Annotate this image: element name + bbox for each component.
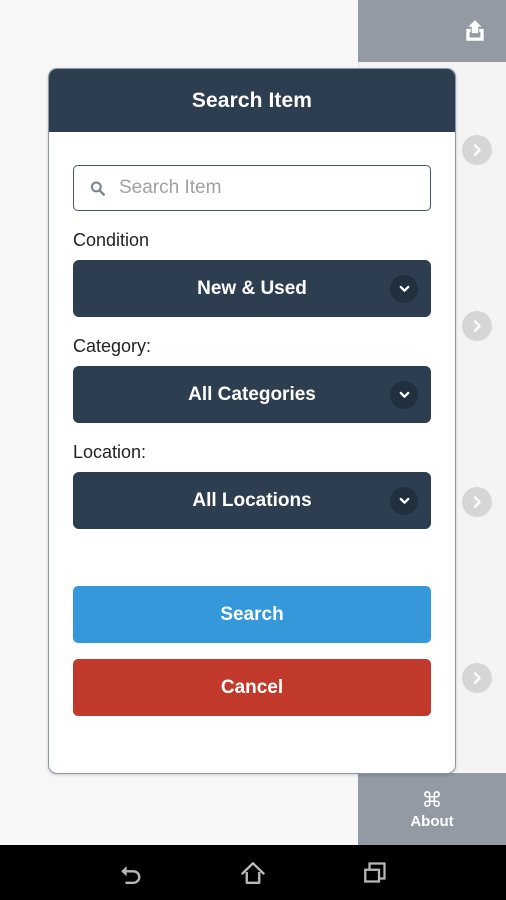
home-icon[interactable]: [230, 850, 276, 896]
command-loop-icon: ⌘: [421, 788, 443, 812]
chevron-right-icon: [469, 142, 485, 158]
recent-apps-icon[interactable]: [352, 850, 398, 896]
chevron-down-icon[interactable]: [390, 486, 418, 515]
chevron-down-icon[interactable]: [390, 380, 418, 409]
about-tab-label: About: [410, 812, 454, 830]
dialog-header: Search Item: [49, 69, 455, 132]
share-icon[interactable]: [462, 18, 488, 44]
search-field[interactable]: [73, 165, 431, 211]
scroll-arrow-2[interactable]: [462, 311, 492, 341]
search-button[interactable]: Search: [73, 586, 431, 643]
scroll-arrow-1[interactable]: [462, 135, 492, 165]
app-top-bar: [358, 0, 506, 62]
search-input[interactable]: [119, 177, 416, 199]
condition-label: Condition: [73, 230, 150, 250]
location-value: All Locations: [192, 489, 312, 511]
search-item-dialog: Search Item Condition New & Used: [48, 68, 456, 774]
category-dropdown[interactable]: All Categories: [73, 366, 431, 423]
category-label: Category:: [73, 336, 152, 356]
back-arrow-icon[interactable]: [108, 850, 154, 896]
chevron-right-icon: [469, 670, 485, 686]
category-value: All Categories: [188, 383, 316, 405]
chevron-down-icon[interactable]: [390, 274, 418, 303]
android-nav-bar: [0, 845, 506, 900]
cancel-button[interactable]: Cancel: [73, 659, 431, 716]
scroll-arrow-3[interactable]: [462, 487, 492, 517]
location-label: Location:: [73, 442, 147, 462]
condition-value: New & Used: [197, 277, 307, 299]
app-screen: ⌘ About Search Item Condition New & U: [0, 0, 506, 900]
scroll-arrow-4[interactable]: [462, 663, 492, 693]
chevron-right-icon: [469, 318, 485, 334]
search-icon: [88, 179, 107, 198]
dialog-actions: Search Cancel: [73, 586, 431, 716]
condition-dropdown[interactable]: New & Used: [73, 260, 431, 317]
dialog-body: Condition New & Used Category: All Categ…: [49, 132, 455, 716]
about-tab[interactable]: ⌘ About: [358, 773, 506, 845]
location-dropdown[interactable]: All Locations: [73, 472, 431, 529]
dialog-title: Search Item: [191, 88, 313, 112]
chevron-right-icon: [469, 494, 485, 510]
